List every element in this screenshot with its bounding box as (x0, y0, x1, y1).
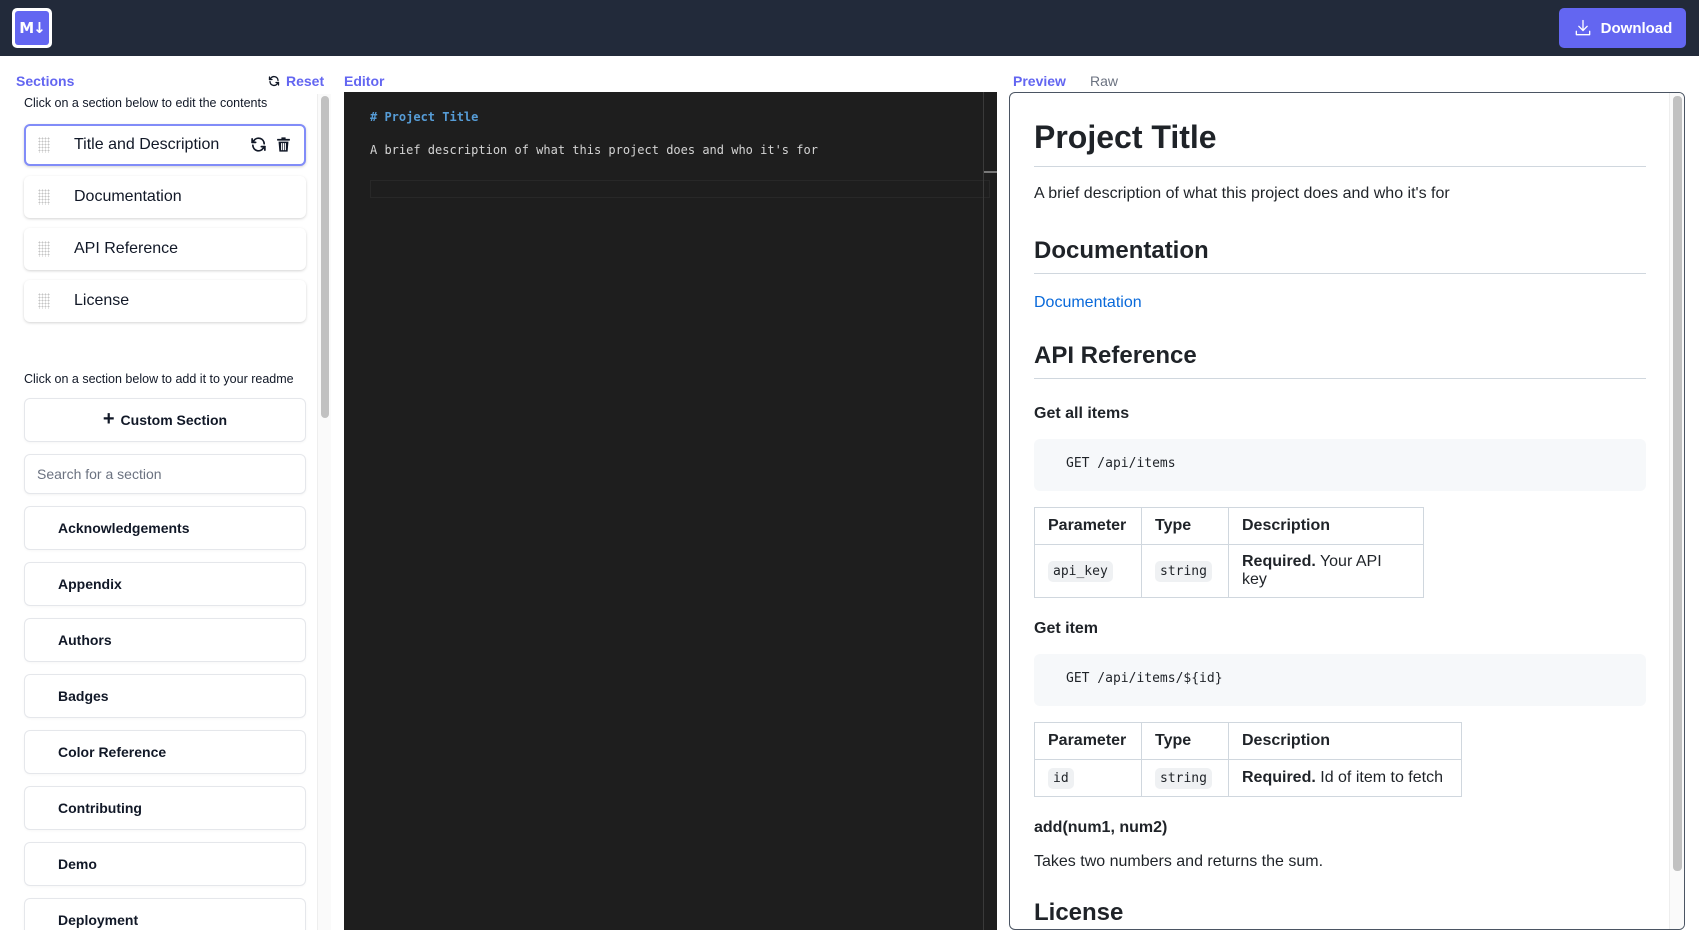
table-row: api_key string Required. Your API key (1034, 544, 1424, 598)
preview-h2-license: License (1034, 899, 1646, 929)
selected-sections-list: Title and Description Documentation API … (16, 124, 315, 322)
table-header: Description (1228, 722, 1462, 760)
table-header: Type (1141, 722, 1229, 760)
drag-handle-icon[interactable] (38, 189, 50, 205)
section-label: License (74, 292, 130, 309)
section-label: Title and Description (74, 136, 220, 153)
editor-title: Editor (344, 73, 385, 89)
editor-line-2[interactable]: A brief description of what this project… (370, 143, 818, 157)
sections-title: Sections (16, 73, 75, 89)
top-bar: M↓ Download (0, 0, 1699, 56)
required-label: Required. (1242, 553, 1316, 570)
preview-content: Project Title A brief description of wha… (1034, 93, 1646, 929)
section-actions (250, 136, 292, 153)
section-item-title-and-description[interactable]: Title and Description (24, 124, 306, 166)
params-table: Parameter Type Description api_key strin… (1034, 507, 1424, 598)
template-item-appendix[interactable]: Appendix (24, 562, 306, 606)
minimap-slider[interactable] (984, 171, 997, 173)
endpoint-title: Get item (1034, 620, 1099, 637)
table-cell: string (1141, 759, 1229, 797)
tab-preview[interactable]: Preview (1013, 73, 1066, 89)
template-list: Acknowledgements Appendix Authors Badges… (16, 506, 315, 930)
required-label: Required. (1242, 769, 1316, 786)
template-item-contributing[interactable]: Contributing (24, 786, 306, 830)
param-name: api_key (1048, 561, 1113, 582)
preview-h1: Project Title (1034, 93, 1646, 167)
table-header-row: Parameter Type Description (1034, 722, 1462, 760)
function-description: Takes two numbers and returns the sum. (1034, 853, 1324, 870)
template-item-deployment[interactable]: Deployment (24, 898, 306, 930)
table-header: Type (1141, 507, 1229, 545)
plus-icon: + (102, 408, 115, 430)
trash-icon[interactable] (275, 136, 292, 153)
custom-section-button[interactable]: + Custom Section (24, 398, 306, 442)
param-type: string (1155, 561, 1212, 582)
table-header-row: Parameter Type Description (1034, 507, 1424, 545)
table-row: id string Required. Id of item to fetch (1034, 759, 1462, 797)
function-title: add(num1, num2) (1034, 819, 1168, 836)
drag-handle-icon[interactable] (38, 293, 50, 309)
param-type: string (1155, 768, 1212, 789)
markdown-logo-icon: M↓ (15, 11, 49, 45)
param-name: id (1048, 768, 1074, 789)
table-cell: Required. Your API key (1228, 544, 1424, 598)
editor-current-line[interactable] (370, 180, 990, 198)
table-header: Description (1228, 507, 1424, 545)
editor-line-1[interactable]: # Project Title (370, 110, 478, 124)
download-icon (1575, 19, 1590, 36)
refresh-icon (268, 75, 280, 87)
table-cell: id (1034, 759, 1142, 797)
table-cell: api_key (1034, 544, 1142, 598)
code-block: GET /api/items/${id} (1034, 654, 1646, 706)
sidebar-scrollbar-thumb[interactable] (321, 96, 329, 418)
section-item-api-reference[interactable]: API Reference (24, 228, 306, 270)
template-item-demo[interactable]: Demo (24, 842, 306, 886)
markdown-editor[interactable]: # Project Title A brief description of w… (344, 92, 997, 930)
preview-description: A brief description of what this project… (1034, 185, 1450, 202)
sidebar-scrollbar[interactable] (317, 94, 331, 930)
template-item-badges[interactable]: Badges (24, 674, 306, 718)
reset-label: Reset (286, 73, 325, 89)
custom-section-label: Custom Section (120, 412, 228, 428)
table-cell: Required. Id of item to fetch (1228, 759, 1462, 797)
table-cell: string (1141, 544, 1229, 598)
section-item-license[interactable]: License (24, 280, 306, 322)
sections-sidebar: Click on a section below to edit the con… (16, 94, 315, 930)
drag-handle-icon[interactable] (38, 241, 50, 257)
param-desc: Id of item to fetch (1315, 769, 1443, 786)
template-item-authors[interactable]: Authors (24, 618, 306, 662)
preview-h2-documentation: Documentation (1034, 237, 1646, 274)
download-label: Download (1600, 19, 1673, 37)
endpoint-title: Get all items (1034, 405, 1130, 422)
minimap-separator (983, 92, 984, 930)
documentation-link[interactable]: Documentation (1034, 294, 1142, 312)
preview-h2-api-reference: API Reference (1034, 342, 1646, 379)
preview-scrollbar-thumb[interactable] (1673, 96, 1682, 871)
params-table: Parameter Type Description id string Req… (1034, 722, 1462, 797)
section-search-input[interactable] (24, 454, 306, 494)
reset-button[interactable]: Reset (268, 73, 324, 89)
code-block: GET /api/items (1034, 439, 1646, 491)
preview-scrollbar[interactable] (1669, 93, 1684, 929)
section-label: Documentation (74, 188, 182, 205)
section-item-documentation[interactable]: Documentation (24, 176, 306, 218)
logo[interactable]: M↓ (12, 8, 52, 48)
drag-handle-icon[interactable] (38, 137, 50, 153)
preview-panel: Project Title A brief description of wha… (1009, 92, 1685, 930)
add-hint: Click on a section below to add it to yo… (24, 372, 294, 386)
download-button[interactable]: Download (1559, 8, 1686, 48)
template-item-acknowledgements[interactable]: Acknowledgements (24, 506, 306, 550)
template-item-color-reference[interactable]: Color Reference (24, 730, 306, 774)
table-header: Parameter (1034, 722, 1142, 760)
table-header: Parameter (1034, 507, 1142, 545)
reset-section-icon[interactable] (250, 136, 267, 153)
edit-hint: Click on a section below to edit the con… (24, 96, 268, 110)
tab-raw[interactable]: Raw (1090, 73, 1118, 89)
section-label: API Reference (74, 240, 179, 257)
